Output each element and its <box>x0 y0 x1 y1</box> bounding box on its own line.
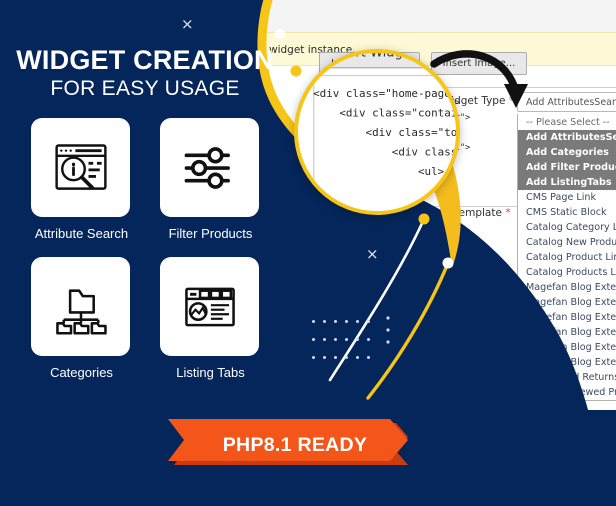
page-subtitle: FOR EASY USAGE <box>50 77 240 100</box>
feature-label: Filter Products <box>168 226 253 241</box>
feature-grid: Attribute Search Filter Products Categor… <box>31 118 281 396</box>
ribbon-label: PHP8.1 READY <box>222 433 368 456</box>
feature-icon-box <box>160 118 259 217</box>
feature-icon-box <box>31 118 130 217</box>
widget-type-option[interactable]: CMS Page Link <box>518 190 616 205</box>
feature-label: Categories <box>50 365 113 380</box>
feature-filter-products[interactable]: Filter Products <box>160 118 261 241</box>
widget-type-option[interactable]: Catalog Product Link <box>518 250 616 265</box>
close-icon-mid[interactable]: × <box>366 247 379 262</box>
sliders-icon <box>184 146 230 189</box>
feature-label: Listing Tabs <box>176 365 245 380</box>
page-title: WIDGET CREATION <box>16 45 274 75</box>
feature-categories[interactable]: Categories <box>31 257 132 380</box>
widget-type-option[interactable]: Add Filter Products <box>518 160 616 175</box>
magnifier-content: Insert Widget... Insert Image... <div cl… <box>298 53 458 211</box>
required-asterisk: * <box>505 206 511 219</box>
feature-label: Attribute Search <box>34 226 129 241</box>
feature-icon-box <box>31 257 130 356</box>
widget-type-option[interactable]: Magefan Blog Extension <box>518 340 616 355</box>
widget-type-option[interactable]: Magefan Blog Extension <box>518 280 616 295</box>
php-ready-ribbon: PHP8.1 READY <box>168 419 408 471</box>
widget-type-option[interactable]: Magefan Blog Extension <box>518 295 616 310</box>
feature-icon-box <box>160 257 259 356</box>
browser-search-icon <box>54 143 107 190</box>
template-label: Template * <box>454 206 511 219</box>
feature-row-bottom: Categories Listing Tabs <box>31 257 281 380</box>
widget-type-option[interactable]: Magefan Blog Extension <box>518 310 616 325</box>
tabbed-page-icon <box>184 287 235 326</box>
close-icon-top[interactable]: × <box>181 17 194 32</box>
folder-tree-icon <box>55 288 107 335</box>
widget-type-option[interactable]: Catalog Category Link <box>518 220 616 235</box>
promo-banner: widget instance. Insert Widget... Insert… <box>0 0 616 506</box>
widget-type-option[interactable]: Orders and Returns <box>518 370 616 385</box>
widget-type-option-list[interactable]: -- Please Select --Add AttributesSeachAd… <box>517 114 616 401</box>
widget-type-option[interactable]: Catalog Products List <box>518 265 616 280</box>
dot-grid-decoration <box>312 318 378 372</box>
magnifier-lens: Insert Widget... Insert Image... <div cl… <box>294 49 460 215</box>
widget-type-option[interactable]: CMS Static Block <box>518 205 616 220</box>
feature-listing-tabs[interactable]: Listing Tabs <box>160 257 261 380</box>
widget-type-option[interactable]: Catalog New Products <box>518 235 616 250</box>
feature-attribute-search[interactable]: Attribute Search <box>31 118 132 241</box>
widget-type-option[interactable]: Recently Viewed Pro <box>518 385 616 400</box>
widget-type-option[interactable]: Magefan Blog Extension <box>518 325 616 340</box>
widget-type-option[interactable]: Magefan Blog Extension <box>518 355 616 370</box>
widget-type-option[interactable]: Add AttributesSeach <box>518 130 616 145</box>
screenshot-toolbar <box>255 0 616 33</box>
feature-row-top: Attribute Search Filter Products <box>31 118 281 241</box>
magnified-code: <div class="home-page-1"> <div class="co… <box>313 86 458 178</box>
widget-type-option[interactable]: Add Categories <box>518 145 616 160</box>
widget-type-option[interactable]: Add ListingTabs <box>518 175 616 190</box>
